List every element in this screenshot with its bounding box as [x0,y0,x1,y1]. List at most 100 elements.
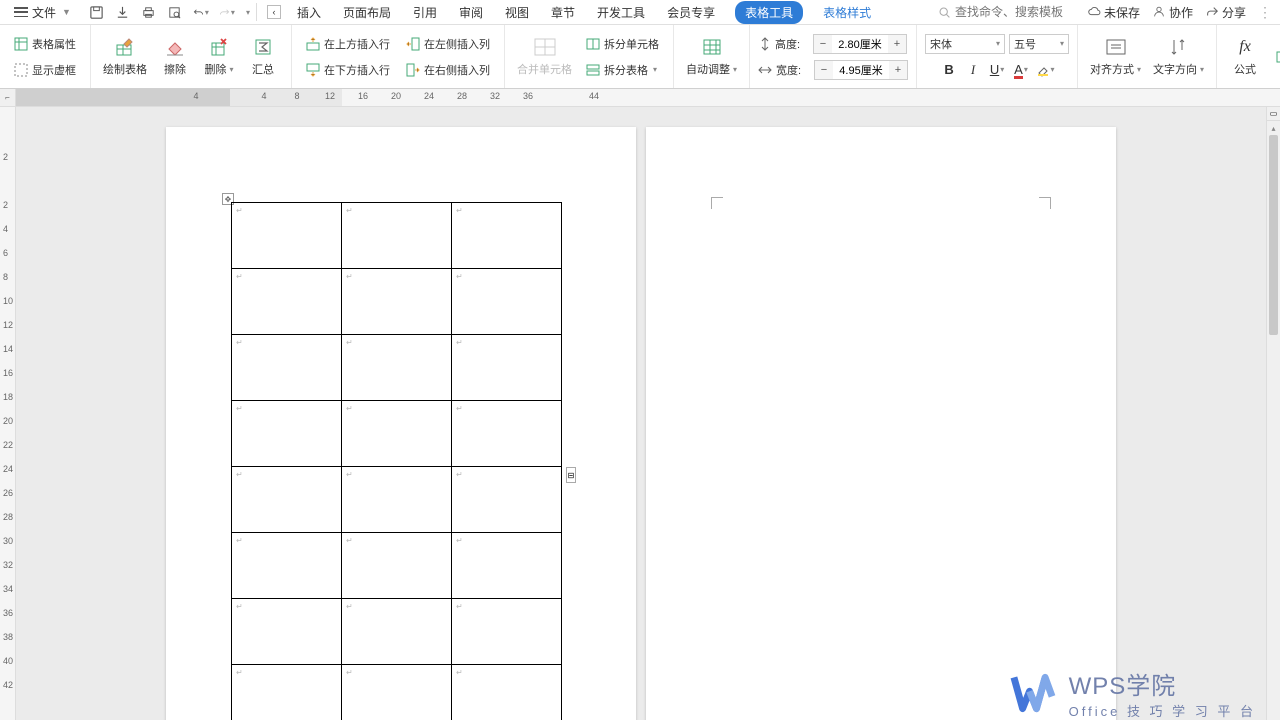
width-spinner[interactable]: − + [814,60,908,80]
horizontal-ruler[interactable]: ⌐ 4 4 8 12 16 20 24 28 32 36 44 [0,89,1280,107]
save-icon[interactable] [89,4,105,20]
scroll-up[interactable]: ▴ [1267,121,1280,135]
height-input[interactable] [832,38,888,50]
height-spinner[interactable]: − + [813,34,907,54]
scroll-opts[interactable]: ▭ [1267,107,1280,121]
group-insert: 在上方插入行 在下方插入行 在左侧插入列 在右侧插入列 [292,25,505,88]
split-cell-button[interactable]: 拆分单元格 [582,34,663,54]
font-color-button[interactable]: A▾ [1010,60,1032,80]
share-button[interactable]: 分享 [1205,4,1246,21]
vertical-scrollbar[interactable]: ▭ ▴ [1266,107,1280,720]
quick-access: ▾ ▾ ▾ [89,4,250,20]
autofit-button[interactable]: 自动调整▾ [680,34,743,79]
show-gridlines-button[interactable]: 显示虚框 [10,60,80,80]
table-properties-button[interactable]: 表格属性 [10,34,80,54]
width-dec[interactable]: − [815,61,833,79]
delete-icon [208,36,230,58]
width-input[interactable] [833,64,889,76]
file-menu[interactable]: 文件 ▼ [8,2,77,23]
italic-button[interactable]: I [962,60,984,80]
height-inc[interactable]: + [888,35,906,53]
tab-table-style[interactable]: 表格样式 [821,1,873,24]
hamburger-icon [14,7,28,17]
unsaved-label: 未保存 [1104,4,1140,21]
qa-more[interactable]: ▾ [246,8,250,17]
merge-cells-button[interactable]: 合并单元格 [511,34,578,79]
page-2[interactable] [646,127,1116,720]
align-button[interactable]: 对齐方式▾ [1084,34,1147,79]
tab-insert[interactable]: 插入 [295,1,323,24]
height-icon [759,37,771,51]
font-family-combo[interactable]: 宋体▾ [925,34,1005,54]
font-size-combo[interactable]: 五号▾ [1009,34,1069,54]
insert-col-right-button[interactable]: 在右侧插入列 [402,60,494,80]
table-row [232,599,562,665]
col-right-icon [406,63,420,77]
vertical-ruler[interactable]: 2 2 4 6 8 10 12 14 16 18 20 22 24 26 28 … [0,107,16,720]
height-label: 高度: [775,36,809,52]
export-icon[interactable] [115,4,131,20]
pencil-icon [114,36,136,58]
print-icon[interactable] [141,4,157,20]
text-dir-icon [1168,36,1190,58]
ruler-corner: ⌐ [0,89,16,106]
table-row [232,665,562,720]
row-above-icon [306,37,320,51]
group-autofit: 自动调整▾ [674,25,750,88]
user-icon [1152,5,1166,19]
tab-table-tools[interactable]: 表格工具 [735,1,803,24]
height-dec[interactable]: − [814,35,832,53]
page-1[interactable]: ⊟ [166,127,636,720]
formula-button[interactable]: fx公式 [1223,34,1267,79]
delete-button[interactable]: 删除▾ [197,34,241,79]
quick-calc-button[interactable]: 快速 [1271,47,1280,67]
tab-references[interactable]: 引用 [411,1,439,24]
split-cell-icon [586,37,600,51]
erase-button[interactable]: 擦除 [153,34,197,79]
bold-button[interactable]: B [938,60,960,80]
split-table-button[interactable]: 拆分表格▾ [582,60,663,80]
more-button[interactable]: ⋮ [1258,4,1272,21]
chevron-down-icon: ▼ [62,7,71,17]
table-row [232,203,562,269]
insert-row-above-button[interactable]: 在上方插入行 [302,34,394,54]
menubar-right: 未保存 协作 分享 ⋮ [938,4,1272,21]
preview-icon[interactable] [167,4,183,20]
group-draw: 绘制表格 擦除 删除▾ 汇总 [91,25,292,88]
collapse-ribbon-button[interactable]: ‹ [267,5,281,19]
tab-section[interactable]: 章节 [549,1,577,24]
width-inc[interactable]: + [889,61,907,79]
tab-devtools[interactable]: 开发工具 [595,1,647,24]
unsaved-status[interactable]: 未保存 [1087,4,1140,21]
row-below-icon [306,63,320,77]
table-side-handle[interactable]: ⊟ [566,467,576,483]
fx-icon: fx [1234,36,1256,58]
scroll-thumb[interactable] [1269,135,1278,335]
sum-button[interactable]: 汇总 [241,34,285,79]
highlight-button[interactable]: ▾ [1034,60,1056,80]
tab-view[interactable]: 视图 [503,1,531,24]
table-row [232,401,562,467]
table-row [232,533,562,599]
search-input[interactable] [955,5,1075,19]
collab-button[interactable]: 协作 [1152,4,1193,21]
tab-member[interactable]: 会员专享 [665,1,717,24]
table-props-icon [14,37,28,51]
search-box[interactable] [938,5,1075,19]
file-label: 文件 [32,4,56,21]
insert-col-left-button[interactable]: 在左侧插入列 [402,34,494,54]
undo-button[interactable]: ▾ [193,4,209,20]
autofit-icon [701,36,723,58]
document-table[interactable] [231,202,562,720]
width-icon [758,64,772,76]
text-direction-button[interactable]: 文字方向▾ [1147,34,1210,79]
canvas[interactable]: ⊟ WPS学院 Office 技 巧 学 习 平 台 [16,107,1266,720]
redo-button[interactable]: ▾ [219,4,235,20]
tab-review[interactable]: 审阅 [457,1,485,24]
group-formula: fx公式 快速 [1217,25,1280,88]
draw-table-button[interactable]: 绘制表格 [97,34,153,79]
underline-button[interactable]: U▾ [986,60,1008,80]
tab-layout[interactable]: 页面布局 [341,1,393,24]
insert-row-below-button[interactable]: 在下方插入行 [302,60,394,80]
collab-label: 协作 [1169,4,1193,21]
